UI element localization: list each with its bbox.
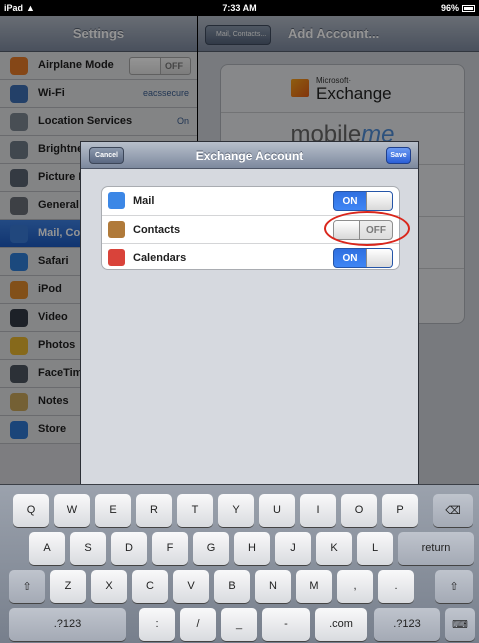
key-u[interactable]: U xyxy=(259,494,295,527)
mail-icon xyxy=(108,192,125,209)
status-bar: iPad ▲ 7:33 AM 96% xyxy=(0,0,479,16)
key-q[interactable]: Q xyxy=(13,494,49,527)
service-row-calendars: Calendars ON xyxy=(102,243,399,271)
dotcom-key[interactable]: .com xyxy=(315,608,367,641)
key-f[interactable]: F xyxy=(152,532,188,565)
toggle-knob xyxy=(366,249,392,267)
key-e[interactable]: E xyxy=(95,494,131,527)
status-battery: 96% xyxy=(441,3,475,13)
key-i[interactable]: I xyxy=(300,494,336,527)
key-o[interactable]: O xyxy=(341,494,377,527)
key-colon[interactable]: : xyxy=(139,608,175,641)
sheet-header: Cancel Exchange Account Save xyxy=(81,142,418,169)
key-y[interactable]: Y xyxy=(218,494,254,527)
key-t[interactable]: T xyxy=(177,494,213,527)
key-j[interactable]: J xyxy=(275,532,311,565)
battery-icon xyxy=(462,4,475,12)
keyboard: Q W E R T Y U I O P ⌫ A S D F G H J K Lreturn ⇧ Z X C V B N M,. ⇧ .?1… xyxy=(0,484,479,643)
key-b[interactable]: B xyxy=(214,570,250,603)
calendar-icon xyxy=(108,249,125,266)
hide-keyboard-key[interactable]: ⌨ xyxy=(445,608,475,641)
key-underscore[interactable]: _ xyxy=(221,608,257,641)
key-hyphen[interactable]: - xyxy=(262,608,310,641)
key-w[interactable]: W xyxy=(54,494,90,527)
key-m[interactable]: M xyxy=(296,570,332,603)
mail-toggle[interactable]: ON xyxy=(333,191,393,211)
status-time: 7:33 AM xyxy=(222,3,257,13)
key-a[interactable]: A xyxy=(29,532,65,565)
service-label: Calendars xyxy=(133,252,187,264)
exchange-account-sheet: Cancel Exchange Account Save Mail ON Conta… xyxy=(80,141,419,484)
key-v[interactable]: V xyxy=(173,570,209,603)
key-d[interactable]: D xyxy=(111,532,147,565)
service-label: Mail xyxy=(133,195,155,207)
key-g[interactable]: G xyxy=(193,532,229,565)
key-z[interactable]: Z xyxy=(50,570,86,603)
toggle-state: ON xyxy=(342,253,358,264)
key-k[interactable]: K xyxy=(316,532,352,565)
key-p[interactable]: P xyxy=(382,494,418,527)
annotation-circle xyxy=(324,211,410,246)
key-slash[interactable]: / xyxy=(180,608,216,641)
backspace-key[interactable]: ⌫ xyxy=(433,494,473,527)
key-h[interactable]: H xyxy=(234,532,270,565)
key-period[interactable]: . xyxy=(378,570,414,603)
battery-percent: 96% xyxy=(440,3,459,13)
shift-left-key[interactable]: ⇧ xyxy=(9,570,45,603)
toggle-state: ON xyxy=(342,196,358,207)
key-l[interactable]: L xyxy=(357,532,393,565)
toggle-knob xyxy=(366,192,392,210)
key-r[interactable]: R xyxy=(136,494,172,527)
key-c[interactable]: C xyxy=(132,570,168,603)
contacts-icon xyxy=(108,221,125,238)
calendars-toggle[interactable]: ON xyxy=(333,248,393,268)
key-s[interactable]: S xyxy=(70,532,106,565)
key-x[interactable]: X xyxy=(91,570,127,603)
return-key[interactable]: return xyxy=(398,532,474,565)
numbers-key-left[interactable]: .?123 xyxy=(9,608,126,641)
key-comma[interactable]: , xyxy=(337,570,373,603)
key-n[interactable]: N xyxy=(255,570,291,603)
service-label: Contacts xyxy=(133,224,181,236)
shift-right-key[interactable]: ⇧ xyxy=(435,570,473,603)
save-button[interactable]: Save xyxy=(386,147,411,164)
numbers-key-right[interactable]: .?123 xyxy=(374,608,440,641)
sheet-title: Exchange Account xyxy=(195,149,304,163)
